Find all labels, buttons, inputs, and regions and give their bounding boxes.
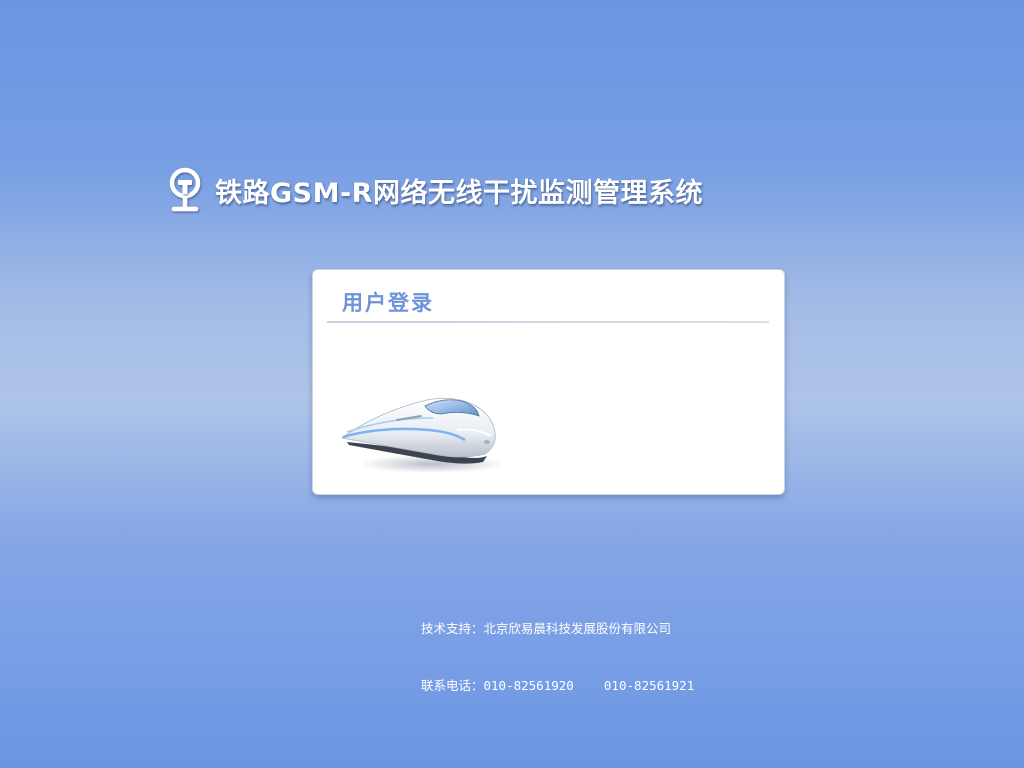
login-panel: 用户登录	[312, 269, 785, 495]
railway-logo-icon	[169, 167, 201, 212]
tech-support-text: 技术支持：北京欣易晨科技发展股份有限公司	[421, 621, 672, 636]
footer-info: 技术支持：北京欣易晨科技发展股份有限公司 联系电话：010-82561920 0…	[421, 581, 694, 714]
heading-divider	[327, 321, 769, 323]
login-heading: 用户登录	[342, 291, 434, 315]
contact-phone-text: 联系电话：010-82561920 010-82561921	[421, 678, 695, 693]
high-speed-train-icon	[341, 397, 502, 473]
system-title: 铁路GSM-R网络无线干扰监测管理系统	[215, 177, 703, 209]
login-form-area	[513, 330, 769, 480]
system-header: 铁路GSM-R网络无线干扰监测管理系统	[165, 165, 703, 215]
